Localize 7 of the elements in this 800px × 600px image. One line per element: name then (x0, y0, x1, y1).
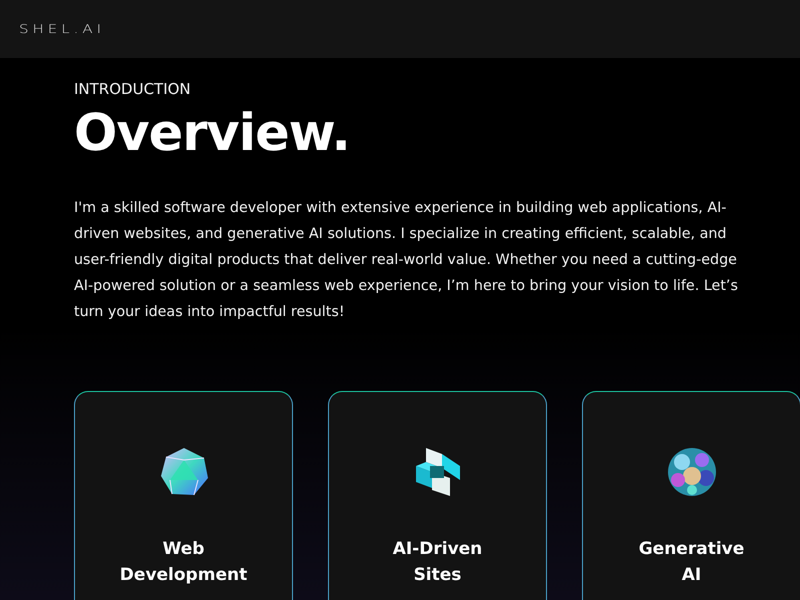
card-title: AI-Driven Sites (392, 538, 484, 587)
section-title: Overview. (74, 105, 351, 163)
card-title: Web Development (118, 538, 248, 587)
section-label: INTRODUCTION (74, 79, 192, 99)
card-title: Generative AI (638, 538, 746, 587)
logo[interactable]: SHEL.AI (19, 22, 106, 36)
intro-paragraph: I'm a skilled software developer with extensive experience in building web applications, AI-driven websites, and generative AI solutions. I specialize in creating efficient, scalable, and user-friendly digital products that deliver real-world value. Whether you need a cutting-edge AI-powered solution or a seamless web experience, I’m here to bring your vision to life. Let’s turn your ideas into impactful results! (74, 199, 739, 322)
